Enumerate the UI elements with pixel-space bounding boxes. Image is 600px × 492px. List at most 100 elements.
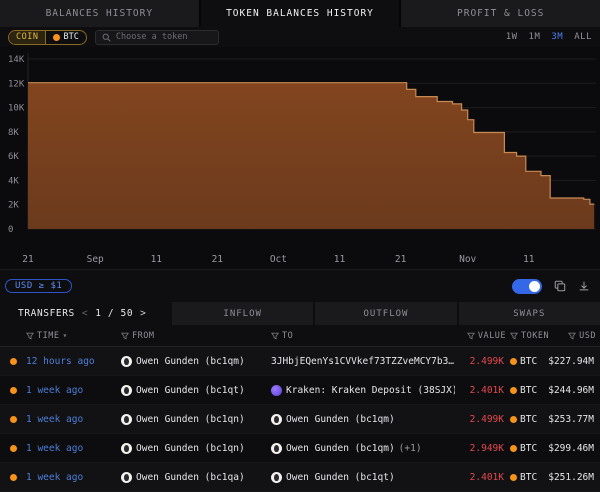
svg-text:10K: 10K — [8, 104, 25, 114]
to-entity-link[interactable]: Kraken: Kraken Deposit (38SJX) — [271, 385, 455, 396]
svg-text:Oct: Oct — [270, 254, 287, 265]
transfer-value: 2.949K — [455, 443, 510, 454]
filter-icon — [510, 332, 518, 340]
from-entity-link[interactable]: Owen Gunden (bc1qn) — [121, 414, 271, 425]
usd-value: $251.26M — [548, 472, 600, 483]
column-header-token[interactable]: TOKEN — [510, 331, 548, 341]
token-cell[interactable]: BTC — [510, 443, 548, 454]
tab-outflow[interactable]: OUTFLOW — [315, 302, 456, 325]
transfer-time-link[interactable]: 1 week ago — [26, 385, 121, 396]
to-entity-link[interactable]: Owen Gunden (bc1qt) — [271, 472, 455, 483]
column-header-value[interactable]: VALUE — [455, 331, 510, 341]
transfers-label: TRANSFERS — [18, 308, 75, 319]
page-indicator: 1 / 50 — [95, 308, 133, 319]
coin-filter-label: COIN — [9, 31, 46, 44]
from-entity-link[interactable]: Owen Gunden (bc1qa) — [121, 472, 271, 483]
btc-icon — [510, 445, 517, 452]
svg-text:21: 21 — [22, 254, 34, 265]
range-1m-button[interactable]: 1M — [529, 32, 541, 42]
column-header-usd[interactable]: USD — [548, 331, 600, 341]
coin-filter-pill[interactable]: COIN BTC — [8, 30, 87, 45]
btc-icon — [510, 416, 517, 423]
tab-swaps[interactable]: SWAPS — [459, 302, 600, 325]
transfer-time-link[interactable]: 12 hours ago — [26, 356, 121, 367]
sort-caret-icon: ▾ — [62, 331, 67, 340]
svg-text:12K: 12K — [8, 79, 25, 89]
owen-gunden-avatar-icon — [271, 414, 282, 425]
svg-text:11: 11 — [523, 254, 535, 265]
to-entity-link[interactable]: Owen Gunden (bc1qm)(+1) — [271, 443, 455, 454]
transfer-value: 2.401K — [455, 385, 510, 396]
transfer-time-link[interactable]: 1 week ago — [26, 443, 121, 454]
table-row: 1 week agoOwen Gunden (bc1qa)Owen Gunden… — [0, 463, 600, 492]
range-all-button[interactable]: ALL — [574, 32, 592, 42]
column-header-from[interactable]: FROM — [121, 331, 271, 341]
btc-icon — [510, 474, 517, 481]
filter-icon — [467, 332, 475, 340]
token-search-input[interactable]: Choose a token — [95, 30, 219, 45]
coin-filter-token: BTC — [63, 32, 78, 42]
tab-balances-history[interactable]: BALANCES HISTORY — [0, 0, 199, 27]
download-icon — [578, 280, 590, 292]
filter-icon — [568, 332, 576, 340]
svg-text:0: 0 — [8, 225, 13, 235]
from-entity-link[interactable]: Owen Gunden (bc1qt) — [121, 385, 271, 396]
next-page-button[interactable]: > — [140, 308, 146, 319]
btc-icon — [53, 34, 60, 41]
to-entity-link[interactable]: Owen Gunden (bc1qm) — [271, 414, 455, 425]
svg-text:Sep: Sep — [87, 254, 104, 265]
from-entity-link[interactable]: Owen Gunden (bc1qm) — [121, 356, 271, 367]
btc-icon — [510, 358, 517, 365]
outflow-direction-dot — [10, 387, 17, 394]
range-1w-button[interactable]: 1W — [506, 32, 518, 42]
filter-icon — [121, 332, 129, 340]
svg-text:11: 11 — [151, 254, 163, 265]
transfers-table-body: 12 hours agoOwen Gunden (bc1qm)3JHbjEQen… — [0, 347, 600, 492]
usd-filter-toggle[interactable] — [512, 279, 542, 294]
owen-gunden-avatar-icon — [121, 443, 132, 454]
range-3m-button[interactable]: 3M — [551, 32, 563, 42]
tab-inflow[interactable]: INFLOW — [172, 302, 313, 325]
svg-text:4K: 4K — [8, 176, 19, 186]
table-filter-row: USD ≥ $1 — [0, 270, 600, 302]
kraken-icon — [271, 385, 282, 396]
from-entity-link[interactable]: Owen Gunden (bc1qn) — [121, 443, 271, 454]
transfer-value: 2.499K — [455, 356, 510, 367]
token-cell[interactable]: BTC — [510, 385, 548, 396]
token-balance-area-chart[interactable]: 14K12K10K8K6K4K2K021Sep1121Oct1121Nov11 — [0, 47, 600, 270]
svg-text:21: 21 — [395, 254, 407, 265]
filter-icon — [271, 332, 279, 340]
usd-min-filter-pill[interactable]: USD ≥ $1 — [5, 279, 72, 293]
usd-value: $299.46M — [548, 443, 600, 454]
owen-gunden-avatar-icon — [121, 356, 132, 367]
token-search-placeholder: Choose a token — [116, 32, 188, 42]
transfers-tab-bar: TRANSFERS < 1 / 50 > INFLOW OUTFLOW SWAP… — [0, 302, 600, 325]
tab-profit-loss[interactable]: PROFIT & LOSS — [401, 0, 600, 27]
copy-button[interactable] — [554, 280, 566, 292]
to-entity-link[interactable]: 3JHbjEQenYs1CVVkef73TZZveMCY7b3… — [271, 356, 455, 367]
column-header-time[interactable]: TIME▾ — [26, 331, 121, 341]
transfer-time-link[interactable]: 1 week ago — [26, 414, 121, 425]
owen-gunden-avatar-icon — [271, 443, 282, 454]
table-row: 1 week agoOwen Gunden (bc1qn)Owen Gunden… — [0, 405, 600, 434]
outflow-direction-dot — [10, 474, 17, 481]
search-icon — [102, 33, 111, 42]
owen-gunden-avatar-icon — [121, 385, 132, 396]
column-header-to[interactable]: TO — [271, 331, 455, 341]
token-cell[interactable]: BTC — [510, 414, 548, 425]
usd-value: $244.96M — [548, 385, 600, 396]
svg-text:8K: 8K — [8, 128, 19, 138]
svg-text:21: 21 — [212, 254, 224, 265]
svg-text:2K: 2K — [8, 201, 19, 211]
download-button[interactable] — [578, 280, 590, 292]
owen-gunden-avatar-icon — [121, 472, 132, 483]
token-cell[interactable]: BTC — [510, 356, 548, 367]
owen-gunden-avatar-icon — [121, 414, 132, 425]
prev-page-button[interactable]: < — [82, 308, 88, 319]
usd-value: $227.94M — [548, 356, 600, 367]
tab-token-balances-history[interactable]: TOKEN BALANCES HISTORY — [201, 0, 400, 27]
top-tab-bar: BALANCES HISTORY TOKEN BALANCES HISTORY … — [0, 0, 600, 27]
transfer-time-link[interactable]: 1 week ago — [26, 472, 121, 483]
tab-transfers[interactable]: TRANSFERS < 1 / 50 > — [0, 302, 170, 325]
token-cell[interactable]: BTC — [510, 472, 548, 483]
